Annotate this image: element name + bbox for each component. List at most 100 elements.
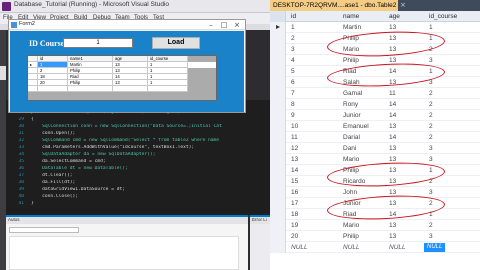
row-selector[interactable] [270,187,286,198]
column-header-id[interactable]: id [288,11,296,22]
table-cell[interactable]: 16 [288,187,298,198]
table-row[interactable]: 1 Martin 13 1 [270,22,480,33]
id-course-input[interactable]: 1 [63,38,133,48]
table-cell[interactable]: 2 [426,220,433,231]
table-cell[interactable]: Emanuel [340,121,369,132]
table-row[interactable]: 19 Mario 13 2 [270,220,480,231]
table-cell[interactable]: 14 [386,99,396,110]
autos-list[interactable] [9,236,239,270]
row-selector[interactable] [270,176,286,187]
table-cell[interactable]: 11 [288,132,298,143]
autos-search-box[interactable] [9,227,79,233]
error-list-header[interactable]: Error Li [250,217,270,224]
select-all-corner[interactable] [270,11,286,22]
row-selector[interactable] [270,66,286,77]
table-row[interactable]: 7 Gamal 11 2 [270,88,480,99]
null-cell[interactable]: NULL [288,242,308,253]
table-cell[interactable]: 2 [426,121,433,132]
row-selector[interactable] [270,110,286,121]
row-selector[interactable] [270,22,286,33]
table-cell[interactable]: Mario [340,220,359,231]
close-tab-icon[interactable]: × [400,0,406,11]
grid-cell[interactable] [68,86,113,92]
new-row[interactable]: NULL NULL NULL NULL [270,242,480,253]
table-cell[interactable]: Junior [340,110,361,121]
table-cell[interactable]: 2 [288,33,295,44]
column-header-id-course[interactable]: id_course [426,11,457,22]
null-cell[interactable]: NULL [340,242,360,253]
row-selector[interactable] [270,33,286,44]
row-selector[interactable] [270,198,286,209]
table-cell[interactable]: 3 [288,44,295,55]
table-cell[interactable]: Philip [340,55,359,66]
table-cell[interactable]: 12 [288,143,298,154]
table-cell[interactable]: 2 [426,110,433,121]
table-row[interactable]: 9 Junior 14 2 [270,110,480,121]
table-cell[interactable]: Martin [340,22,361,33]
table-row[interactable]: 12 Dani 13 3 [270,143,480,154]
row-selector[interactable] [270,143,286,154]
table-cell[interactable]: 20 [288,231,298,242]
table-cell[interactable]: 17 [288,198,298,209]
table-cell[interactable]: 13 [386,231,396,242]
row-selector[interactable] [270,220,286,231]
table-cell[interactable]: 8 [288,99,295,110]
row-selector[interactable] [270,209,286,220]
data-grid-view[interactable]: id name1 age id_course ▸ 1 Martin 13 1 2… [27,55,217,101]
table-row[interactable]: 8 Rony 14 2 [270,99,480,110]
table-cell[interactable]: Mario [340,154,359,165]
table-cell[interactable]: John [340,187,357,198]
table-cell[interactable]: 1 [426,22,433,33]
minimize-icon[interactable]: – [205,20,217,30]
grid-cell[interactable] [38,86,68,92]
table-cell[interactable]: 18 [288,209,298,220]
row-selector[interactable] [270,55,286,66]
row-selector[interactable] [270,132,286,143]
row-selector[interactable] [270,77,286,88]
table-cell[interactable]: 2 [426,99,433,110]
maximize-icon[interactable]: □ [218,20,230,30]
table-cell[interactable]: 15 [288,176,298,187]
column-header-name[interactable]: name [340,11,359,22]
row-selector[interactable] [270,121,286,132]
tab-table2[interactable]: DESKTOP-7R2QRVM....ase1 - dbo.Table2 [270,0,398,11]
row-selector[interactable] [270,242,286,253]
table-cell[interactable]: 3 [426,143,433,154]
row-selector[interactable] [270,99,286,110]
table-cell[interactable]: 14 [288,165,298,176]
table-cell[interactable]: 3 [426,231,433,242]
close-icon[interactable]: × [231,20,243,30]
null-cell-selected[interactable]: NULL [424,243,446,252]
row-selector[interactable] [270,165,286,176]
grid-new-row[interactable] [28,86,216,92]
table-cell[interactable]: 6 [288,77,295,88]
table-cell[interactable]: 13 [386,143,396,154]
table-cell[interactable]: Darial [340,132,360,143]
table-cell[interactable]: 2 [426,88,433,99]
row-selector[interactable] [270,231,286,242]
column-header-age[interactable]: age [386,11,400,22]
table-cell[interactable]: 2 [426,132,433,143]
table-row[interactable]: 11 Darial 14 2 [270,132,480,143]
table-cell[interactable]: 10 [288,121,298,132]
row-selector[interactable] [270,88,286,99]
row-selector[interactable] [270,44,286,55]
table-cell[interactable]: 5 [288,66,295,77]
null-cell[interactable]: NULL [386,242,406,253]
code-editor[interactable]: 27{ 28private void button1_Click(object … [6,100,270,215]
table-cell[interactable]: 9 [288,110,295,121]
grid-cell[interactable] [148,86,188,92]
table-cell[interactable]: 13 [386,220,396,231]
grid-row-selector[interactable] [28,86,38,92]
table-cell[interactable]: Philip [340,231,359,242]
load-button[interactable]: Load [152,37,200,49]
table-cell[interactable]: 14 [386,110,396,121]
table-cell[interactable]: 4 [288,55,295,66]
table-cell[interactable]: 11 [386,88,396,99]
table-cell[interactable]: 19 [288,220,298,231]
table-row[interactable]: 10 Emanuel 13 2 [270,121,480,132]
table-cell[interactable]: 13 [288,154,298,165]
table-cell[interactable]: 7 [288,88,295,99]
table-cell[interactable]: 13 [386,121,396,132]
grid-cell[interactable] [113,86,148,92]
